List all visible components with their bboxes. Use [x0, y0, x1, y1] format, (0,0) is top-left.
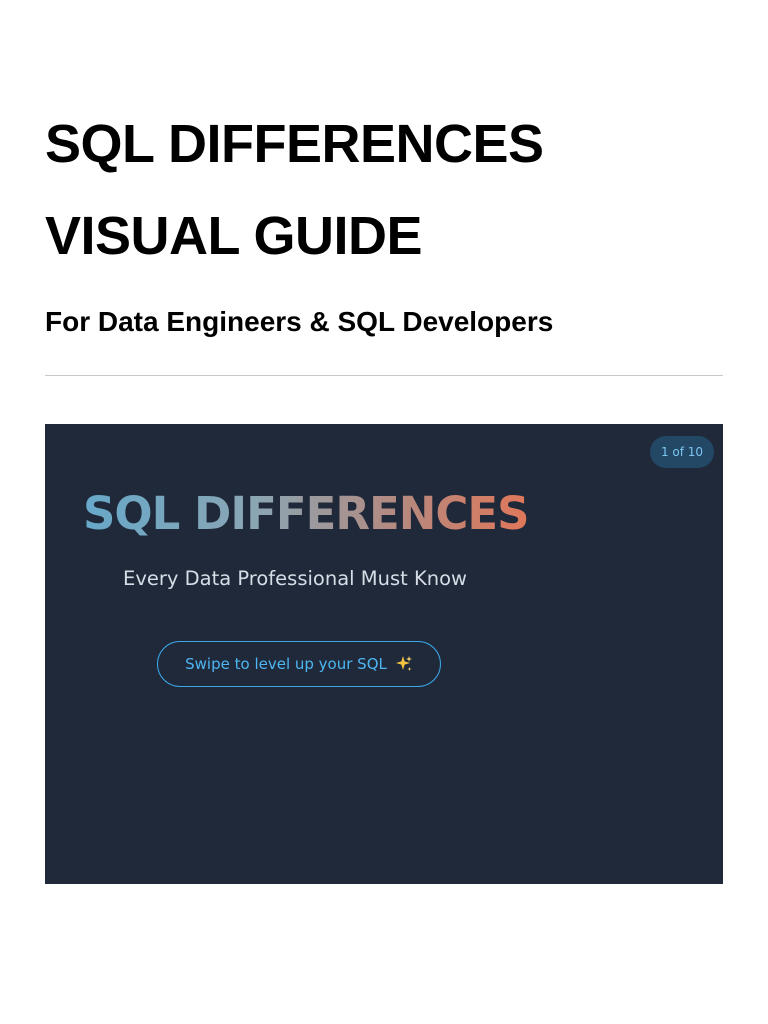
slide-subtitle: Every Data Professional Must Know: [123, 567, 467, 590]
swipe-cta-button[interactable]: Swipe to level up your SQL: [157, 641, 441, 687]
document-title: SQL DIFFERENCES VISUAL GUIDE: [45, 114, 544, 266]
sparkles-icon: [395, 655, 413, 673]
document-subtitle: For Data Engineers & SQL Developers: [45, 306, 554, 337]
divider: [45, 375, 723, 376]
slide-card: 1 of 10 SQL DIFFERENCES Every Data Profe…: [45, 424, 723, 884]
slide-title: SQL DIFFERENCES: [83, 487, 530, 540]
slide-counter-badge: 1 of 10: [650, 436, 714, 468]
document-page: SQL DIFFERENCES VISUAL GUIDE For Data En…: [0, 0, 768, 1024]
swipe-cta-label: Swipe to level up your SQL: [185, 655, 387, 673]
